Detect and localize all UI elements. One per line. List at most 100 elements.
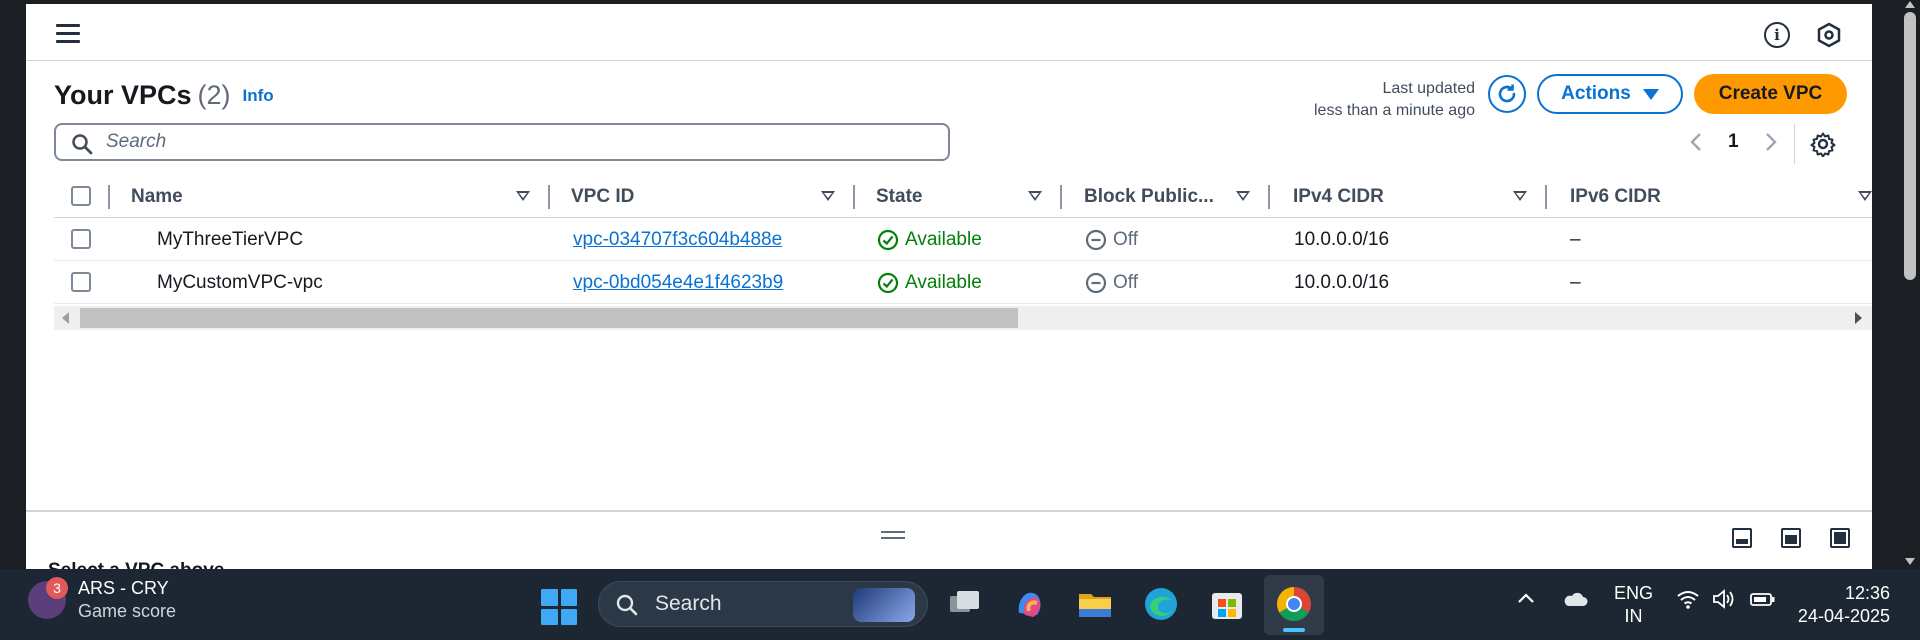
microsoft-store-icon[interactable]	[1208, 585, 1246, 623]
state-cell: Available	[877, 229, 982, 251]
widget-subtitle: Game score	[78, 601, 177, 621]
page-title: Your VPCs (2) Info	[54, 80, 274, 111]
system-clock[interactable]: 12:36 24-04-2025	[1796, 582, 1890, 628]
file-explorer-icon[interactable]	[1076, 585, 1114, 623]
search-input[interactable]	[106, 131, 926, 153]
scroll-up-icon[interactable]	[1905, 1, 1915, 8]
last-updated-label: Last updated	[1382, 80, 1475, 97]
search-box	[54, 123, 950, 161]
info-icon[interactable]: i	[1764, 22, 1790, 48]
vpc-name: MyThreeTierVPC	[157, 229, 304, 250]
info-link[interactable]: Info	[243, 86, 274, 105]
column-divider[interactable]	[1060, 185, 1062, 209]
scrollbar-thumb[interactable]	[1904, 12, 1916, 280]
hamburger-icon[interactable]	[56, 24, 80, 44]
show-hidden-icons-chevron-icon[interactable]	[1516, 589, 1536, 614]
volume-icon[interactable]	[1712, 589, 1738, 614]
browser-vertical-scrollbar[interactable]	[1900, 0, 1920, 569]
panel-bottom-icon[interactable]	[1781, 528, 1801, 548]
column-divider[interactable]	[853, 185, 855, 209]
search-icon	[72, 134, 93, 155]
language-code: ENG	[1614, 583, 1654, 603]
sort-icon[interactable]	[516, 191, 530, 201]
panel-full-icon[interactable]	[1830, 528, 1850, 548]
battery-icon[interactable]	[1750, 589, 1776, 614]
taskbar-search-label: Search	[655, 592, 722, 615]
drag-handle-icon[interactable]	[881, 531, 905, 543]
table-preferences-gear-icon[interactable]	[1810, 131, 1836, 158]
row-checkbox[interactable]	[71, 229, 91, 249]
column-divider[interactable]	[1545, 185, 1547, 209]
caret-down-icon	[1642, 88, 1659, 100]
ipv4-cidr: 10.0.0.0/16	[1294, 229, 1390, 250]
column-header-block-public[interactable]: Block Public...	[1084, 186, 1214, 208]
table-header: Name VPC ID State Block Public... IPv4 C…	[54, 177, 1872, 218]
minus-circle-icon	[1085, 272, 1107, 294]
region-code: IN	[1624, 606, 1643, 626]
copilot-icon[interactable]	[1011, 585, 1049, 623]
table-row[interactable]: MyCustomVPC-vpc vpc-0bd054e4e1f4623b9 Av…	[54, 261, 1872, 304]
taskbar-search[interactable]: Search	[598, 581, 928, 627]
block-public-text: Off	[1113, 272, 1138, 293]
scroll-right-icon[interactable]	[1855, 312, 1862, 324]
panel-bottom-small-icon[interactable]	[1732, 528, 1752, 548]
vpc-id-link[interactable]: vpc-0bd054e4e1f4623b9	[573, 272, 783, 294]
split-panel-divider[interactable]	[26, 510, 1872, 512]
edge-browser-icon[interactable]	[1142, 585, 1180, 623]
refresh-button[interactable]	[1488, 75, 1526, 113]
scrollbar-thumb[interactable]	[80, 308, 1018, 328]
pagination: 1	[1686, 130, 1781, 154]
settings-hex-icon[interactable]	[1816, 22, 1842, 48]
search-highlight-image	[853, 588, 915, 622]
onedrive-cloud-icon[interactable]	[1562, 589, 1588, 614]
create-vpc-button[interactable]: Create VPC	[1694, 74, 1847, 114]
column-header-vpc-id[interactable]: VPC ID	[571, 186, 634, 208]
vpc-id-link[interactable]: vpc-034707f3c604b488e	[573, 229, 782, 251]
page-title-text: Your VPCs	[54, 80, 192, 110]
windows-taskbar: 3 ARS - CRY Game score Search ENG IN 12:…	[0, 569, 1920, 640]
select-all-checkbox[interactable]	[71, 186, 91, 206]
column-header-ipv6-cidr[interactable]: IPv6 CIDR	[1570, 186, 1661, 208]
state-cell: Available	[877, 272, 982, 294]
sort-icon[interactable]	[1028, 191, 1042, 201]
table-row[interactable]: MyThreeTierVPC vpc-034707f3c604b488e Ava…	[54, 218, 1872, 261]
detail-panel-message: Select a VPC above	[48, 560, 224, 569]
horizontal-scrollbar[interactable]	[54, 306, 1872, 330]
last-updated-value: less than a minute ago	[1314, 102, 1475, 119]
aws-console-page: i Your VPCs (2) Info Last updated less tha…	[26, 4, 1872, 569]
ipv4-cidr: 10.0.0.0/16	[1294, 272, 1390, 293]
sort-icon[interactable]	[821, 191, 835, 201]
search-icon	[616, 594, 638, 616]
column-divider[interactable]	[548, 185, 550, 209]
current-page[interactable]: 1	[1728, 131, 1739, 153]
widgets-button[interactable]: 3 ARS - CRY Game score	[28, 577, 177, 622]
column-header-name[interactable]: Name	[131, 186, 183, 208]
next-page-icon[interactable]	[1761, 130, 1781, 154]
task-view-icon[interactable]	[945, 585, 983, 623]
last-updated: Last updated less than a minute ago	[1314, 78, 1475, 122]
scroll-left-icon[interactable]	[62, 312, 69, 324]
column-header-ipv4-cidr[interactable]: IPv4 CIDR	[1293, 186, 1384, 208]
column-header-state[interactable]: State	[876, 186, 922, 208]
check-circle-icon	[877, 272, 899, 294]
widget-title: ARS - CRY	[78, 578, 169, 598]
block-public-cell: Off	[1085, 272, 1138, 294]
wifi-icon[interactable]	[1676, 589, 1700, 614]
sort-icon[interactable]	[1236, 191, 1250, 201]
clock-time: 12:36	[1844, 583, 1890, 603]
vpc-count: (2)	[197, 80, 231, 110]
sort-icon[interactable]	[1858, 191, 1872, 201]
row-checkbox[interactable]	[71, 272, 91, 292]
column-divider[interactable]	[1268, 185, 1270, 209]
scroll-down-icon[interactable]	[1905, 558, 1915, 565]
chrome-browser-icon[interactable]	[1275, 585, 1313, 623]
sort-icon[interactable]	[1513, 191, 1527, 201]
pager-divider	[1794, 124, 1795, 164]
active-app-indicator	[1283, 628, 1305, 632]
state-text: Available	[905, 272, 982, 293]
vpc-name: MyCustomVPC-vpc	[157, 272, 323, 293]
actions-dropdown-button[interactable]: Actions	[1537, 74, 1683, 114]
prev-page-icon[interactable]	[1686, 130, 1706, 154]
language-indicator[interactable]: ENG IN	[1614, 582, 1653, 628]
windows-start-icon[interactable]	[541, 589, 577, 625]
